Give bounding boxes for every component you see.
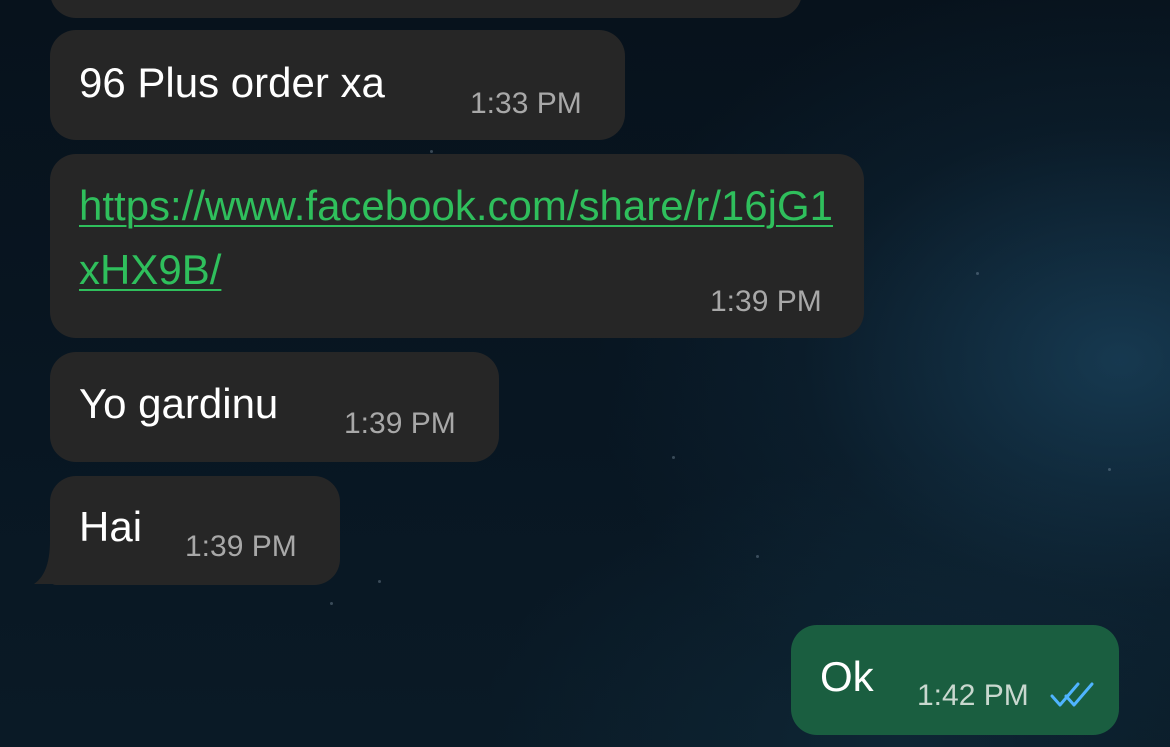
message-text: Ok bbox=[820, 653, 874, 700]
wallpaper-speck bbox=[672, 456, 675, 459]
message-timestamp: 1:39 PM bbox=[710, 285, 822, 318]
wallpaper-speck bbox=[1108, 468, 1111, 471]
message-bubble[interactable]: Yo gardinu 1:39 PM bbox=[50, 352, 499, 462]
message-bubble[interactable]: 96 Plus order xa 1:33 PM bbox=[50, 30, 625, 140]
message-text: 96 Plus order xa bbox=[79, 59, 385, 106]
message-timestamp: 1:42 PM bbox=[917, 679, 1029, 712]
message-bubble-partial[interactable] bbox=[50, 0, 802, 18]
message-link[interactable]: https://www.facebook.com/share/r/16jG1xH… bbox=[79, 174, 849, 302]
message-timestamp: 1:39 PM bbox=[344, 407, 456, 440]
message-timestamp: 1:33 PM bbox=[470, 87, 582, 120]
message-text: Yo gardinu bbox=[79, 380, 279, 427]
wallpaper-speck bbox=[430, 150, 433, 153]
message-bubble[interactable]: Hai 1:39 PM bbox=[50, 476, 340, 585]
wallpaper-speck bbox=[756, 555, 759, 558]
double-check-icon bbox=[1050, 682, 1094, 707]
message-text: Hai bbox=[79, 503, 143, 550]
wallpaper-speck bbox=[976, 272, 979, 275]
message-timestamp: 1:39 PM bbox=[185, 530, 297, 563]
wallpaper-speck bbox=[330, 602, 333, 605]
message-bubble[interactable]: https://www.facebook.com/share/r/16jG1xH… bbox=[50, 154, 864, 338]
wallpaper-speck bbox=[378, 580, 381, 583]
